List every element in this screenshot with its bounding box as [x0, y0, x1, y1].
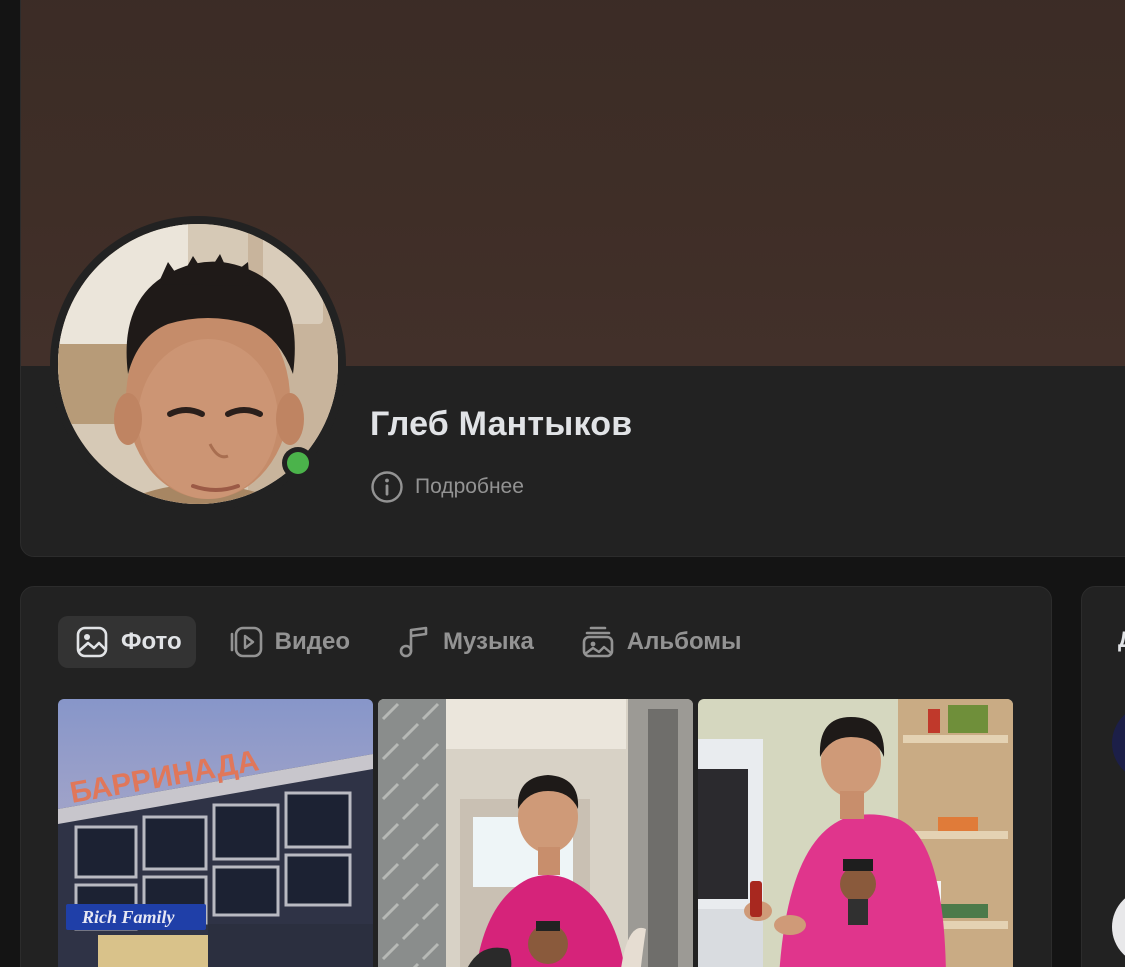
photo-store-sign-text: Rich Family: [81, 907, 176, 927]
photo-grid: БАРРИНАДА Rich Family: [58, 699, 1013, 967]
tab-music-label: Музыка: [442, 628, 534, 655]
profile-page: Глеб Мантыков Подробнее Фото Видео Музык…: [0, 0, 1125, 967]
online-status-indicator: [282, 447, 314, 479]
photo-thumbnail[interactable]: [378, 699, 693, 967]
photo-icon: [75, 625, 109, 659]
photo-thumbnail[interactable]: [698, 699, 1013, 967]
tab-albums[interactable]: Альбомы: [564, 616, 756, 668]
profile-details-link[interactable]: Подробнее: [370, 470, 524, 504]
albums-icon: [581, 625, 615, 659]
tab-albums-label: Альбомы: [626, 628, 742, 655]
side-card-avatar[interactable]: [1112, 705, 1125, 781]
side-card-title: Д: [1118, 627, 1125, 653]
media-card: Фото Видео Музыка Альбомы БАРРИНАДА Rich…: [20, 586, 1052, 967]
side-card: Д: [1081, 586, 1125, 967]
music-icon: [397, 625, 431, 659]
tab-photos-label: Фото: [121, 628, 182, 655]
profile-name: Глеб Мантыков: [370, 405, 633, 443]
side-card-avatar[interactable]: [1112, 889, 1125, 965]
video-icon: [229, 625, 263, 659]
info-icon: [370, 470, 404, 504]
media-tabs: Фото Видео Музыка Альбомы: [58, 616, 772, 668]
tab-photos[interactable]: Фото: [58, 616, 196, 668]
tab-videos[interactable]: Видео: [212, 616, 364, 668]
tab-music[interactable]: Музыка: [380, 616, 548, 668]
photo-thumbnail[interactable]: БАРРИНАДА Rich Family: [58, 699, 373, 967]
tab-videos-label: Видео: [274, 628, 350, 655]
profile-details-label: Подробнее: [415, 475, 524, 498]
